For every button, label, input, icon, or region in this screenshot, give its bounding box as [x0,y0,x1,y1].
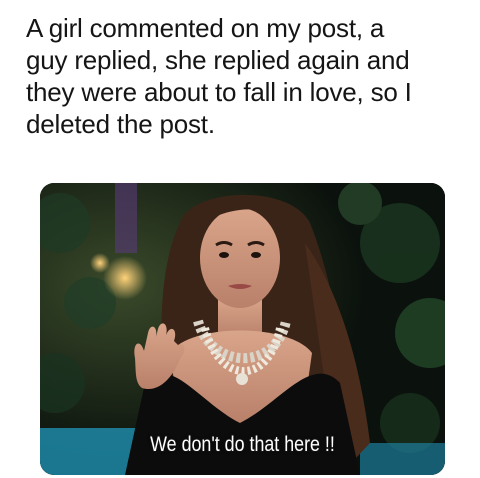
caption-line: guy replied, she replied again and [26,45,410,75]
caption-line: they were about to fall in love, so I [26,77,412,107]
meme-subtitle: We don't do that here !! [150,433,335,456]
meme-post: A girl commented on my post, a guy repli… [0,0,480,478]
meme-image: We don't do that here !! [40,183,445,475]
meme-illustration [40,183,445,475]
caption-line: A girl commented on my post, a [26,13,385,43]
eye [219,252,229,258]
caption-line: deleted the post. [26,109,215,139]
eye [251,252,261,258]
face [200,208,280,308]
stage-light [115,183,137,253]
lamp-glow [90,253,110,273]
post-caption: A girl commented on my post, a guy repli… [26,12,466,140]
